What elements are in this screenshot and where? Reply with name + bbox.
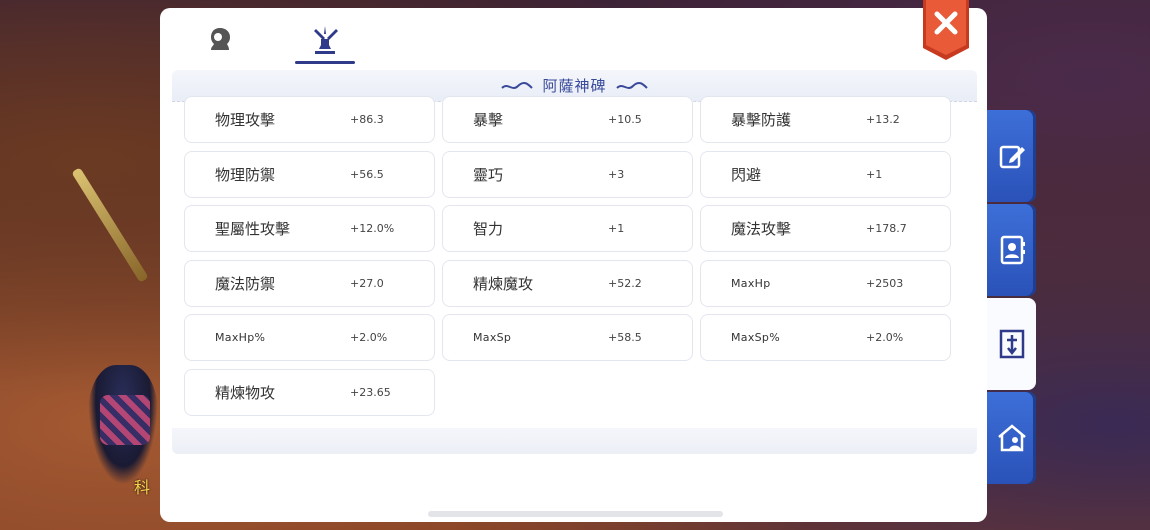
stat-label: 閃避 [731,166,762,184]
stat-value: +86.3 [350,113,384,126]
stat-value: +27.0 [350,277,384,290]
stat-cell: MaxSp% +2.0% [700,314,951,361]
windmill-icon [314,26,338,54]
stat-value: +2503 [866,277,904,290]
stat-cell: MaxHp% +2.0% [184,314,435,361]
stat-cell: 精煉魔攻 +52.2 [442,260,693,307]
stat-label: 智力 [473,220,504,238]
stat-value: +58.5 [608,331,642,344]
guild-house-icon [997,424,1026,452]
stat-label: 物理攻擊 [215,111,276,129]
edit-icon [999,145,1025,169]
portrait-icon [211,28,230,50]
background-character-cloak [100,395,150,445]
stat-value: +1 [866,168,883,181]
stat-cell: 物理防禦 +56.5 [184,151,435,198]
stat-label: MaxSp% [731,331,780,344]
wave-ornament-left-icon [501,81,534,89]
stat-label: 魔法防禦 [215,275,276,293]
stat-cell: MaxSp +58.5 [442,314,693,361]
stat-value: +1 [608,222,625,235]
stat-label: 靈巧 [473,166,504,184]
stat-cell: 靈巧 +3 [442,151,693,198]
side-tab-contacts[interactable] [987,204,1036,296]
stat-cell: 魔法攻擊 +178.7 [700,205,951,252]
stat-label: 聖屬性攻擊 [215,220,291,238]
close-icon [923,0,969,60]
tab-monument[interactable] [295,16,355,64]
stat-value: +178.7 [866,222,907,235]
section-title: 阿薩神碑 [542,77,607,95]
stat-label: MaxSp [473,331,512,344]
stat-label: MaxHp% [215,331,266,344]
side-tab-guild[interactable] [987,392,1036,484]
stat-label: 物理防禦 [215,166,276,184]
stat-value: +13.2 [866,113,900,126]
stat-label: 暴擊防護 [731,111,792,129]
stat-cell: MaxHp +2503 [700,260,951,307]
stat-cell: 暴擊 +10.5 [442,96,693,143]
stat-cell: 智力 +1 [442,205,693,252]
side-tab-edit[interactable] [987,110,1036,202]
contact-book-icon [1000,235,1025,265]
stat-value: +2.0% [866,331,904,344]
stat-cell: 閃避 +1 [700,151,951,198]
stat-label: MaxHp [731,277,771,290]
stat-label: 精煉魔攻 [473,275,534,293]
side-tab-monument[interactable] [987,298,1036,390]
monument-icon [999,329,1024,359]
stat-label: 暴擊 [473,111,504,129]
stats-panel: 阿薩神碑 物理攻擊 +86.3 暴擊 +10.5 暴擊防護 +13.2 物理防禦… [160,8,987,522]
stat-value: +56.5 [350,168,384,181]
stat-value: +52.2 [608,277,642,290]
stat-label: 魔法攻擊 [731,220,792,238]
close-button[interactable] [921,0,971,62]
tab-bar [160,8,987,68]
stat-cell: 精煉物攻 +23.65 [184,369,435,416]
background-spear [71,167,149,283]
stat-cell: 物理攻擊 +86.3 [184,96,435,143]
stat-label: 精煉物攻 [215,384,276,402]
tab-portrait[interactable] [190,16,250,64]
stat-value: +2.0% [350,331,388,344]
stat-value: +3 [608,168,625,181]
stat-value: +10.5 [608,113,642,126]
section-footer [172,428,977,454]
stat-cell: 聖屬性攻擊 +12.0% [184,205,435,252]
scroll-indicator[interactable] [428,511,723,517]
wave-ornament-right-icon [615,81,648,89]
stat-cell: 暴擊防護 +13.2 [700,96,951,143]
stat-value: +23.65 [350,386,391,399]
background-character-name: 科 [134,478,151,497]
stat-cell: 魔法防禦 +27.0 [184,260,435,307]
stat-value: +12.0% [350,222,395,235]
